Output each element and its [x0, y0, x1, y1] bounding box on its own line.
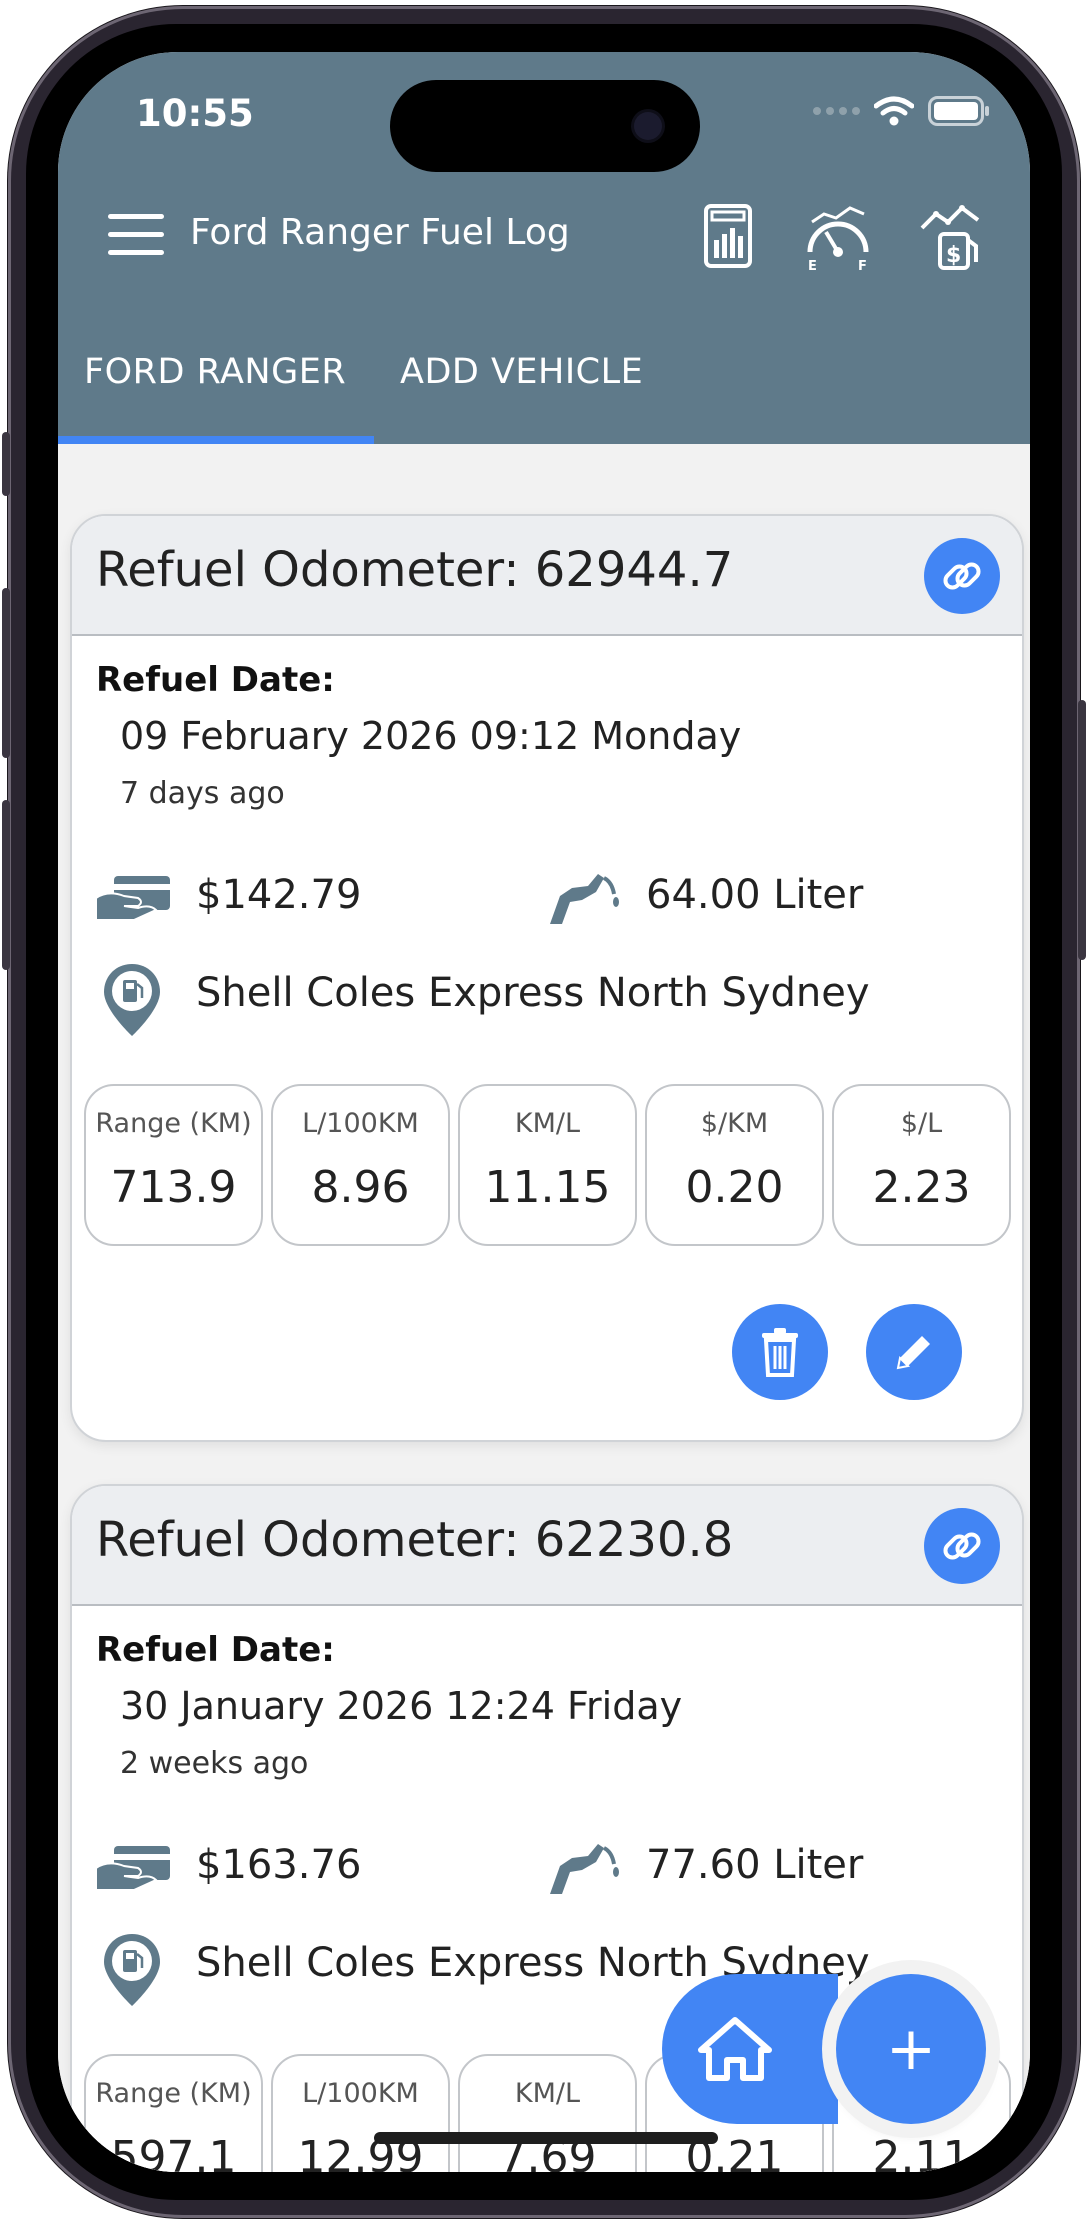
fuel-nozzle-icon	[550, 1844, 619, 1894]
stat-label: Range (KM)	[95, 1108, 252, 1139]
stats-row: Range (KM) 713.9 L/100KM 8.96 KM/L 11.15…	[84, 1084, 1011, 1246]
stat-label: L/100KM	[302, 2078, 419, 2109]
cost-value: $142.79	[196, 872, 362, 918]
power-button	[1078, 700, 1086, 960]
tab-indicator	[58, 436, 374, 444]
tab-ford-ranger[interactable]: FORD RANGER	[84, 352, 346, 392]
stat-label: L/100KM	[302, 1108, 419, 1139]
relative-date: 2 weeks ago	[120, 1746, 309, 1781]
fuel-nozzle-icon	[550, 874, 619, 924]
payment-icon	[95, 876, 170, 921]
tab-add-vehicle[interactable]: ADD VEHICLE	[400, 352, 643, 392]
stat-value: 11.15	[484, 1162, 611, 1213]
delete-button[interactable]	[732, 1304, 828, 1400]
stat-label: KM/L	[514, 1108, 581, 1139]
trash-icon	[762, 1328, 798, 1377]
calculator-icon[interactable]	[692, 200, 764, 272]
refuel-date-label: Refuel Date:	[96, 660, 335, 700]
refuel-date: 09 February 2026 09:12 Monday	[120, 714, 742, 758]
vehicle-tabs: FORD RANGER ADD VEHICLE	[58, 332, 1030, 444]
refuel-date-label: Refuel Date:	[96, 1630, 335, 1670]
volume-down-button	[2, 800, 10, 970]
app-header: 10:55 Ford Ranger Fuel Log E F $ FORD RA…	[58, 52, 1030, 444]
stat-value: 0.20	[685, 1162, 784, 1213]
odometer-title: Refuel Odometer: 62944.7	[96, 542, 734, 598]
relative-date: 7 days ago	[120, 776, 285, 811]
link-icon	[943, 1532, 981, 1560]
stat-value: 2.11	[872, 2132, 971, 2172]
stat-range: Range (KM) 597.1	[84, 2054, 263, 2172]
add-entry-button[interactable]: +	[836, 1974, 986, 2124]
svg-text:F: F	[858, 259, 867, 272]
fuel-price-chart-icon[interactable]: $	[916, 200, 988, 272]
home-icon	[698, 2017, 772, 2081]
stat-label: $/KM	[700, 1108, 769, 1139]
camera-icon	[634, 112, 662, 140]
svg-text:E: E	[808, 259, 817, 272]
odometer-title: Refuel Odometer: 62230.8	[96, 1512, 734, 1568]
app-screen: 10:55 Ford Ranger Fuel Log E F $ FORD RA…	[58, 52, 1030, 2172]
cost-value: $163.76	[196, 1842, 362, 1888]
stat-value: 8.96	[311, 1162, 410, 1213]
stat-l-per-100km: L/100KM 8.96	[271, 1084, 450, 1246]
status-time: 10:55	[136, 92, 254, 135]
stat-label: Range (KM)	[95, 2078, 252, 2109]
station-name: Shell Coles Express North Sydney	[196, 970, 870, 1016]
card-header: Refuel Odometer: 62944.7	[72, 516, 1022, 636]
refuel-card: Refuel Odometer: 62944.7 Refuel Date: 09…	[70, 514, 1024, 1442]
pencil-icon	[896, 1336, 930, 1370]
stat-km-per-l: KM/L 7.69	[458, 2054, 637, 2172]
refuel-date: 30 January 2026 12:24 Friday	[120, 1684, 683, 1728]
stat-label: KM/L	[514, 2078, 581, 2109]
toolbar: Ford Ranger Fuel Log E F $	[58, 192, 1030, 292]
action-button	[2, 432, 10, 496]
fuel-station-pin-icon	[104, 1934, 160, 2006]
fuel-gauge-icon[interactable]: E F	[802, 200, 874, 272]
volume-up-button	[2, 588, 10, 758]
edit-button[interactable]	[866, 1304, 962, 1400]
stat-label: $/L	[900, 1108, 943, 1139]
stat-value: 2.23	[872, 1162, 971, 1213]
payment-icon	[95, 1846, 170, 1891]
stat-value: 597.1	[110, 2132, 237, 2172]
volume-value: 77.60 Liter	[646, 1842, 864, 1888]
battery-icon	[928, 96, 989, 126]
link-icon	[943, 562, 981, 590]
status-icons	[813, 94, 990, 128]
volume-value: 64.00 Liter	[646, 872, 864, 918]
app-title: Ford Ranger Fuel Log	[190, 212, 570, 253]
link-button[interactable]	[924, 1508, 1000, 1584]
menu-icon[interactable]	[108, 214, 164, 258]
svg-text:$: $	[946, 243, 961, 268]
home-button[interactable]	[662, 1974, 838, 2124]
stat-range: Range (KM) 713.9	[84, 1084, 263, 1246]
fuel-station-pin-icon	[104, 964, 160, 1036]
stat-l-per-100km: L/100KM 12.99	[271, 2054, 450, 2172]
card-header: Refuel Odometer: 62230.8	[72, 1486, 1022, 1606]
signal-icon	[813, 107, 860, 115]
link-button[interactable]	[924, 538, 1000, 614]
stat-value: 713.9	[110, 1162, 237, 1213]
fuel-log-list[interactable]: Refuel Odometer: 62944.7 Refuel Date: 09…	[58, 444, 1030, 2172]
stat-cost-per-l: $/L 2.23	[832, 1084, 1011, 1246]
dynamic-island	[390, 80, 700, 172]
stat-cost-per-km: $/KM 0.20	[645, 1084, 824, 1246]
home-indicator	[374, 2132, 718, 2144]
wifi-icon	[874, 96, 914, 126]
stat-km-per-l: KM/L 11.15	[458, 1084, 637, 1246]
